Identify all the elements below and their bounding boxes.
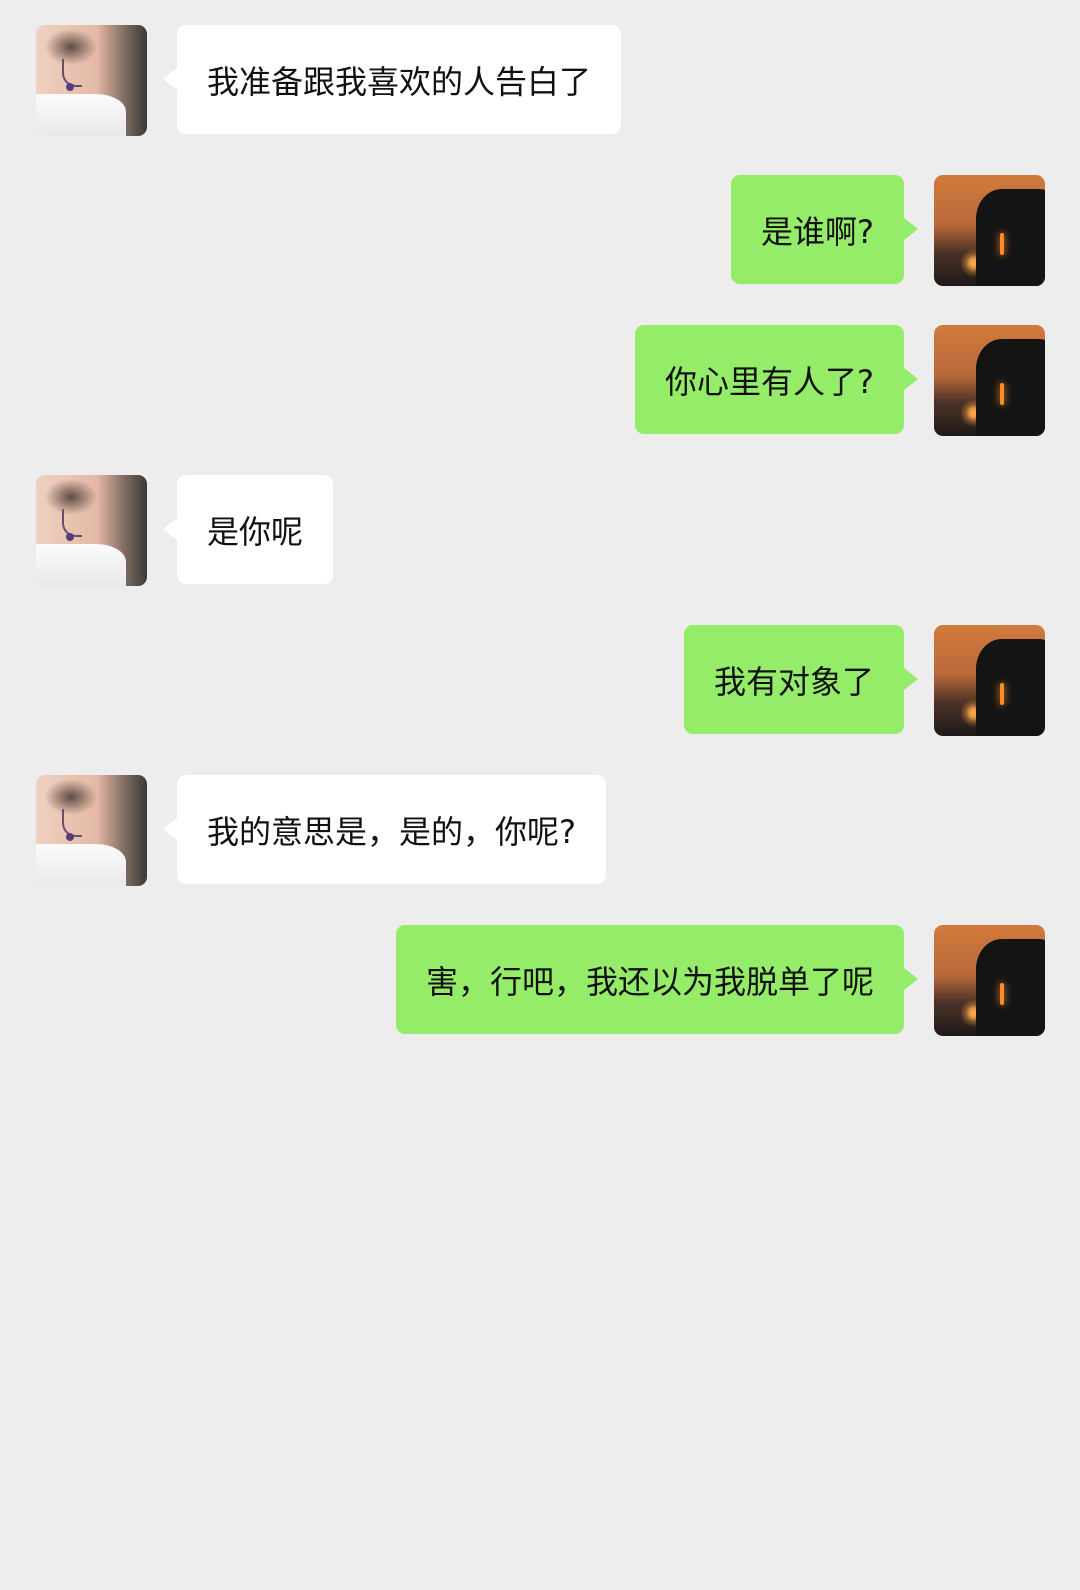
message-bubble-incoming[interactable]: 是你呢 [162,475,334,584]
my-avatar-icon[interactable] [934,175,1045,286]
my-avatar-icon[interactable] [934,325,1045,436]
message-row-outgoing: 我有对象了 [0,625,1080,737]
message-row-outgoing: 是谁啊? [0,175,1080,287]
message-bubble-incoming[interactable]: 我的意思是，是的，你呢? [163,775,606,884]
message-bubble-incoming[interactable]: 我准备跟我喜欢的人告白了 [162,25,622,134]
contact-avatar-icon[interactable] [36,775,147,886]
message-row-incoming: 我的意思是，是的，你呢? [0,775,1080,887]
chat-conversation: 我准备跟我喜欢的人告白了 是谁啊? 你心里有人了? 是你呢 我有对象了 我的意思… [0,0,1080,1590]
message-row-outgoing: 害，行吧，我还以为我脱单了呢 [0,925,1080,1037]
message-row-incoming: 是你呢 [0,475,1080,587]
message-row-incoming: 我准备跟我喜欢的人告白了 [0,25,1080,137]
message-bubble-outgoing[interactable]: 我有对象了 [683,625,919,734]
my-avatar-icon[interactable] [934,625,1045,736]
message-bubble-outgoing[interactable]: 是谁啊? [731,175,918,284]
message-bubble-outgoing[interactable]: 你心里有人了? [635,325,918,434]
my-avatar-icon[interactable] [934,925,1045,1036]
contact-avatar-icon[interactable] [36,475,147,586]
contact-avatar-icon[interactable] [36,25,147,136]
message-bubble-outgoing[interactable]: 害，行吧，我还以为我脱单了呢 [395,925,919,1034]
message-row-outgoing: 你心里有人了? [0,325,1080,437]
